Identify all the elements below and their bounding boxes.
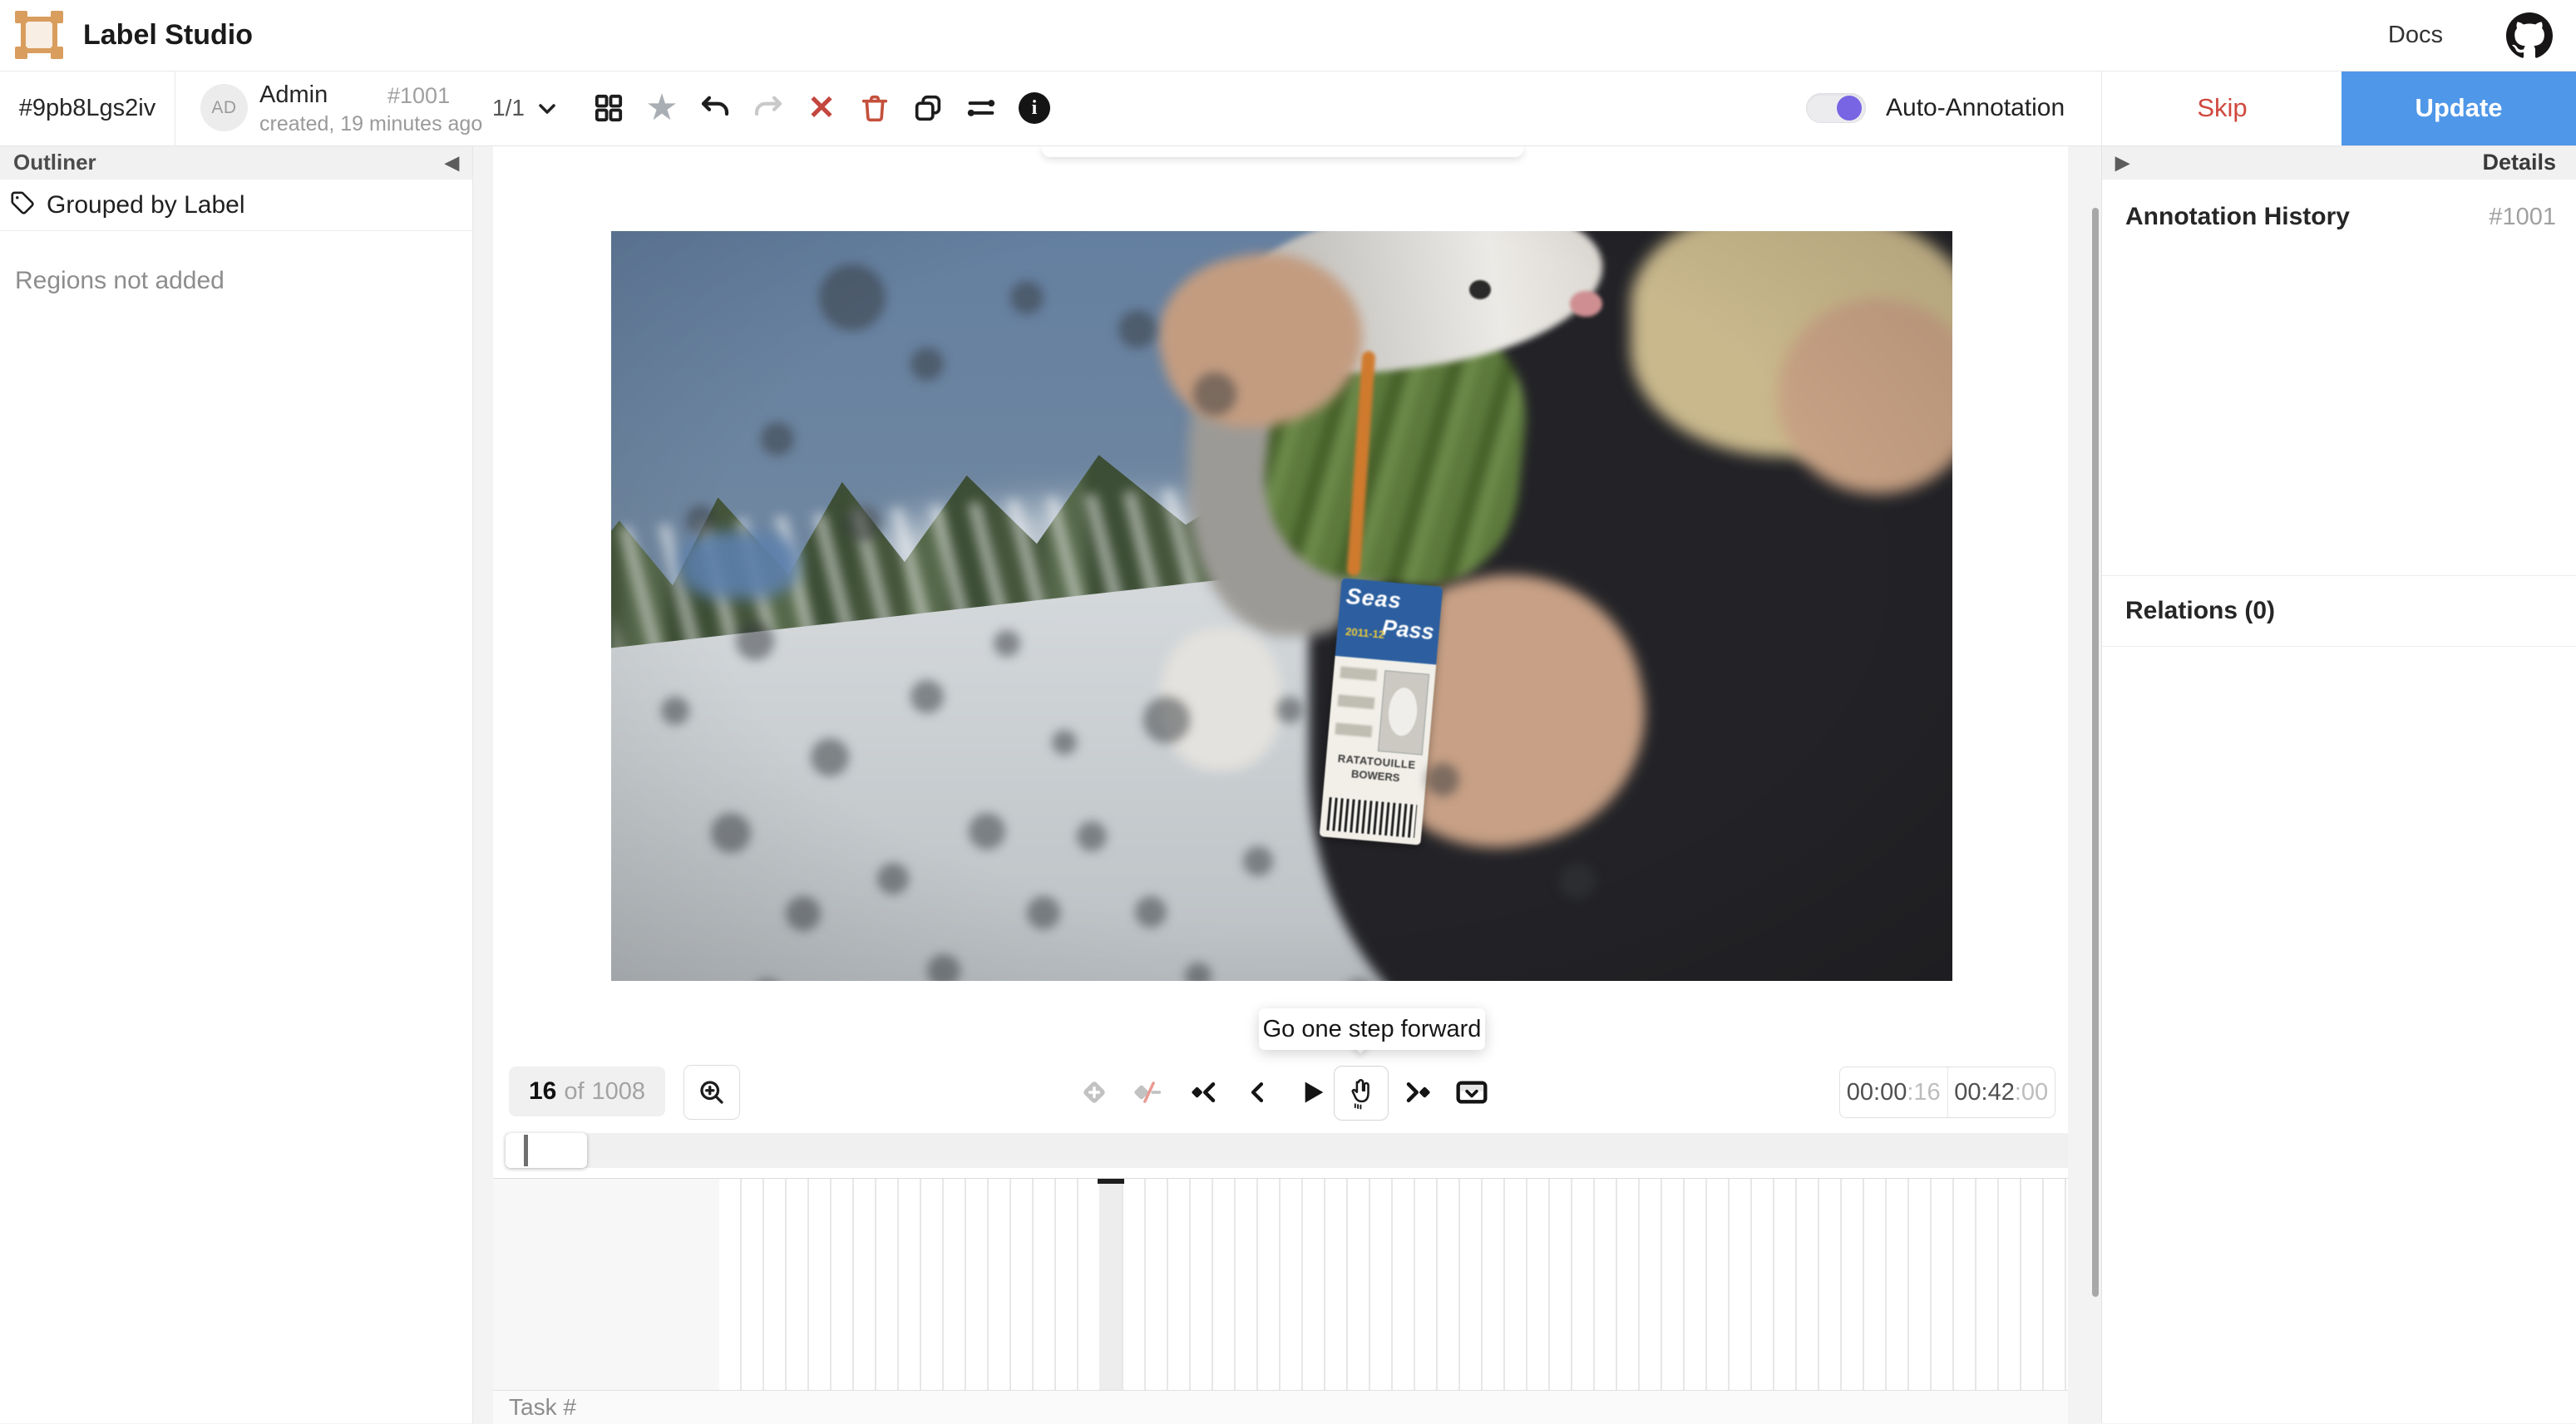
play-button[interactable] <box>1286 1054 1339 1131</box>
details-header: ▶ Details <box>2102 145 2576 180</box>
task-id: #9pb8Lgs2iv <box>0 71 175 145</box>
timeline-minimap[interactable] <box>506 1133 2070 1168</box>
hand-cursor-icon <box>1344 1076 1379 1111</box>
vertical-scrollbar[interactable] <box>2092 208 2099 1297</box>
reset-annotation-button[interactable]: ✕ <box>795 71 848 145</box>
main-content: Seas Pass 2011-12 RATATOUILLE BOWERS Go … <box>493 145 2068 1423</box>
annotation-toolbar: #9pb8Lgs2iv AD Admin #1001 created, 19 m… <box>0 71 2576 146</box>
tooltip: Go one step forward <box>1259 1008 1485 1050</box>
duration: 00:42 <box>1954 1079 2015 1106</box>
annotation-history-title: Annotation History <box>2125 203 2350 231</box>
chevron-down-icon[interactable] <box>534 96 560 122</box>
duration-frames: :00 <box>2015 1079 2048 1106</box>
zoom-in-button[interactable] <box>683 1065 740 1120</box>
view-all-annotations-button[interactable] <box>582 71 635 145</box>
frame-total: 1008 <box>592 1078 646 1106</box>
annotation-history-section[interactable]: Annotation History #1001 <box>2102 191 2576 243</box>
auto-annotation-label: Auto-Annotation <box>1886 71 2065 145</box>
outliner-header: Outliner ◀ <box>0 145 472 180</box>
step-backward-button[interactable] <box>1231 1054 1284 1131</box>
toggle-knob <box>1837 96 1862 121</box>
relations-order-icon[interactable] <box>955 71 1008 145</box>
details-title: Details <box>2482 150 2556 175</box>
outliner-title: Outliner <box>13 150 96 175</box>
video-vignette <box>611 231 1952 981</box>
redo-button[interactable] <box>742 71 795 145</box>
frame-counter-input[interactable]: 16 of 1008 <box>509 1067 665 1116</box>
step-forward-button[interactable] <box>1334 1066 1389 1121</box>
skip-button[interactable]: Skip <box>2101 71 2342 145</box>
annotation-pager[interactable]: 1/1 <box>492 71 525 145</box>
ground-truth-star-icon[interactable]: ★ <box>635 71 688 145</box>
relations-section[interactable]: Relations (0) <box>2102 576 2576 647</box>
frame-separator: of <box>564 1078 584 1106</box>
docs-link[interactable]: Docs <box>2388 0 2443 71</box>
delete-annotation-button[interactable] <box>848 71 901 145</box>
label-studio-logo-icon[interactable] <box>15 11 63 59</box>
frame-current[interactable]: 16 <box>529 1077 556 1106</box>
add-keyframe-button[interactable] <box>1068 1054 1121 1131</box>
update-button[interactable]: Update <box>2342 71 2576 145</box>
regions-empty-message: Regions not added <box>15 267 225 295</box>
previous-keyframe-button[interactable] <box>1177 1054 1230 1131</box>
grouping-selector[interactable]: Grouped by Label <box>0 180 472 231</box>
auto-annotation-toggle[interactable] <box>1806 93 1866 123</box>
tag-icon <box>10 190 35 219</box>
info-icon[interactable]: i <box>1008 71 1061 145</box>
minimap-viewport-handle[interactable] <box>506 1133 587 1168</box>
task-footer: Task # <box>493 1390 2068 1424</box>
top-header: Label Studio Docs <box>0 0 2576 71</box>
duplicate-annotation-button[interactable] <box>901 71 955 145</box>
avatar: AD <box>200 84 248 131</box>
undo-button[interactable] <box>688 71 742 145</box>
player-controls: 16 of 1008 <box>493 1054 2068 1131</box>
details-panel: ▶ Details Annotation History #1001 Relat… <box>2101 145 2576 1423</box>
minimap-playhead <box>524 1135 528 1166</box>
remove-keyframe-button[interactable] <box>1121 1054 1174 1131</box>
outliner-panel: Outliner ◀ Grouped by Label Regions not … <box>0 145 473 1423</box>
duration-time[interactable]: 00:42:00 <box>1947 1067 2055 1117</box>
relations-title: Relations (0) <box>2125 597 2275 625</box>
github-icon[interactable] <box>2506 12 2553 59</box>
video-frame[interactable]: Seas Pass 2011-12 RATATOUILLE BOWERS <box>611 231 1952 981</box>
annotation-id: #1001 <box>387 83 450 109</box>
toggle-timeline-button[interactable] <box>1445 1054 1498 1131</box>
current-time: 00:00 <box>1847 1079 1907 1106</box>
annotation-history-id: #1001 <box>2489 204 2556 231</box>
task-label: Task # <box>509 1394 576 1421</box>
app-title: Label Studio <box>83 0 253 71</box>
grouping-label: Grouped by Label <box>47 191 245 219</box>
playhead-marker[interactable] <box>1098 1179 1124 1184</box>
next-keyframe-button[interactable] <box>1392 1054 1445 1131</box>
current-time-frames: :16 <box>1907 1079 1940 1106</box>
timeline-ruler[interactable] <box>493 1178 2068 1391</box>
timeline-frames[interactable] <box>719 1179 2068 1391</box>
annotation-created: created, 19 minutes ago <box>259 112 482 136</box>
time-display: 00:00:16 00:42:00 <box>1839 1067 2055 1118</box>
annotation-author[interactable]: Admin <box>259 81 328 109</box>
floating-toolbar-cutoff <box>1042 145 1523 157</box>
current-frame-column <box>1099 1179 1122 1391</box>
current-time-input[interactable]: 00:00:16 <box>1840 1067 1947 1117</box>
expand-right-icon[interactable]: ▶ <box>2115 154 2129 172</box>
collapse-left-icon[interactable]: ◀ <box>445 154 459 172</box>
